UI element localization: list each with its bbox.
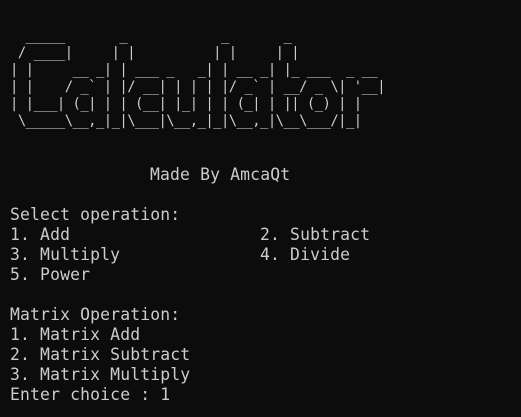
menu-option-matrix-subtract: 2. Matrix Subtract bbox=[10, 345, 191, 364]
menu-row: 5. Power bbox=[10, 265, 515, 285]
menu-option-power: 5. Power bbox=[10, 265, 91, 284]
menu-option-subtract: 2. Subtract bbox=[260, 225, 371, 244]
menu-option-add: 1. Add bbox=[10, 225, 71, 244]
ascii-banner-container: _____ _ _ _ / ____| | | | | | | | | __ _… bbox=[10, 28, 515, 130]
menu-option-matrix-add: 1. Matrix Add bbox=[10, 325, 141, 344]
operation-menu: Select operation: 1. Add 2. Subtract 3. … bbox=[10, 205, 515, 405]
menu-row: 3. Multiply 4. Divide bbox=[10, 245, 515, 265]
menu-row: 1. Add 2. Subtract bbox=[10, 225, 515, 245]
choice-input-prompt[interactable]: Enter choice : 1 bbox=[10, 385, 515, 405]
menu-option-divide: 4. Divide bbox=[260, 245, 351, 264]
menu-option-matrix-multiply: 3. Matrix Multiply bbox=[10, 365, 191, 384]
calculator-ascii-banner: _____ _ _ _ / ____| | | | | | | | | __ _… bbox=[10, 28, 386, 129]
made-by-credit: Made By AmcaQt bbox=[150, 165, 291, 184]
matrix-operation-heading: Matrix Operation: bbox=[10, 305, 181, 324]
menu-option-multiply: 3. Multiply bbox=[10, 245, 121, 264]
select-operation-heading: Select operation: bbox=[10, 205, 181, 224]
